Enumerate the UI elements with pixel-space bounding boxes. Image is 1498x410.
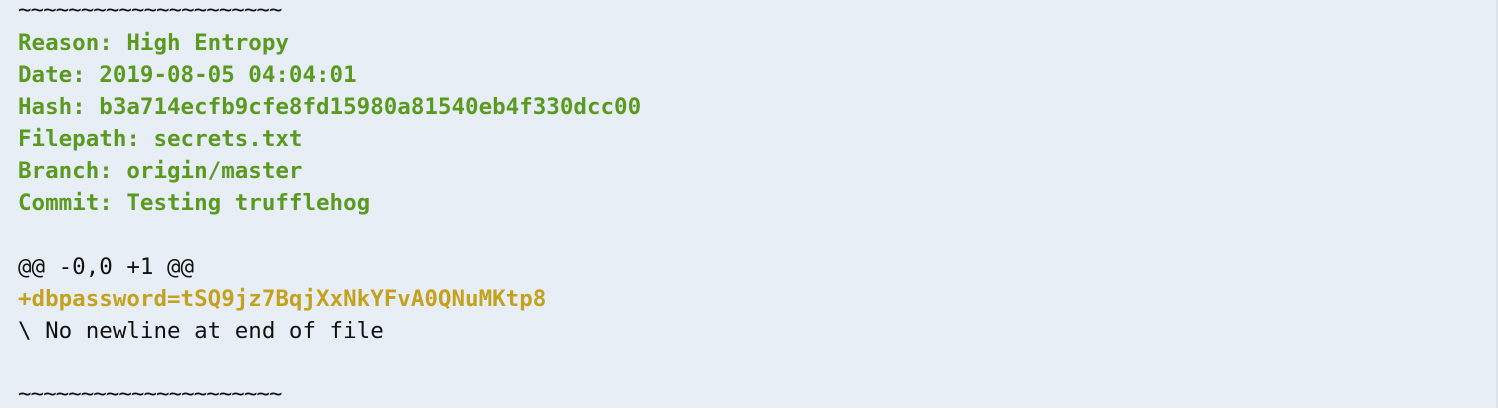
separator-bottom: ~~~~~~~~~~~~~~~~~~~~~ xyxy=(18,381,282,407)
date-line: Date: 2019-08-05 04:04:01 xyxy=(18,62,357,88)
branch-line: Branch: origin/master xyxy=(18,158,303,184)
reason-line: Reason: High Entropy xyxy=(18,30,289,56)
filepath-line: Filepath: secrets.txt xyxy=(18,126,303,152)
no-newline-notice: \ No newline at end of file xyxy=(18,318,384,344)
terminal-output-panel: ~~~~~~~~~~~~~~~~~~~~~ Reason: High Entro… xyxy=(0,0,1498,408)
hash-line: Hash: b3a714ecfb9cfe8fd15980a81540eb4f33… xyxy=(18,94,642,120)
diff-added-line: +dbpassword=tSQ9jz7BqjXxNkYFvA0QNuMKtp8 xyxy=(18,286,547,312)
diff-hunk-header: @@ -0,0 +1 @@ xyxy=(18,254,195,280)
separator-top: ~~~~~~~~~~~~~~~~~~~~~ xyxy=(18,0,282,23)
commit-line: Commit: Testing trufflehog xyxy=(18,190,371,216)
